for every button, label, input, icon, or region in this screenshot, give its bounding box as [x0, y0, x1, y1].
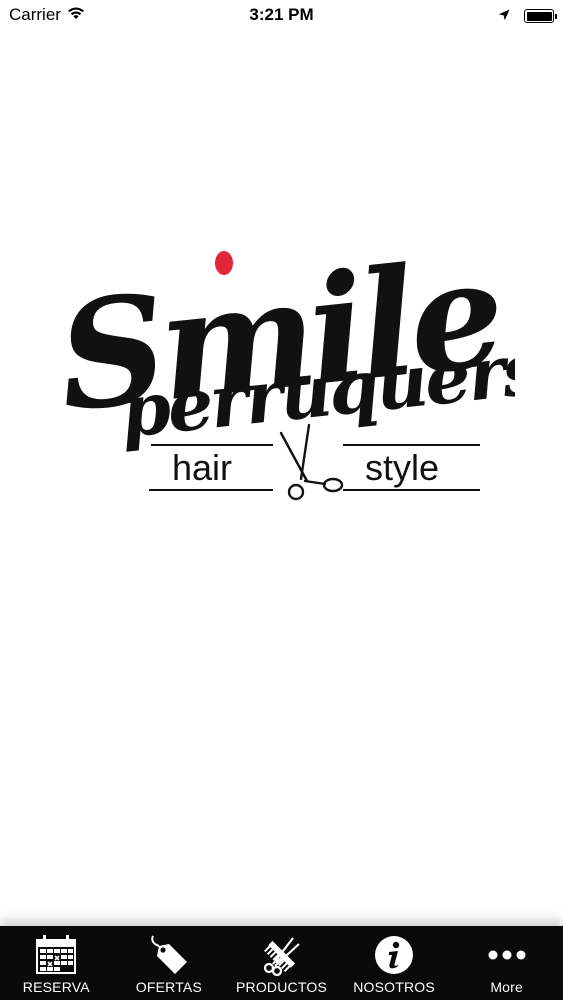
tab-productos-label: PRODUCTOS	[235, 979, 327, 995]
brand-logo: Smile perruquers hair style	[55, 215, 515, 515]
wifi-icon	[67, 5, 85, 25]
logo-right-word: style	[365, 447, 439, 488]
tab-productos[interactable]: PRODUCTOS	[225, 926, 338, 1000]
tab-more[interactable]: More	[450, 926, 563, 1000]
logo-left-word: hair	[172, 447, 232, 488]
carrier-label: Carrier	[9, 5, 61, 24]
tab-more-label: More	[490, 979, 524, 995]
tab-reserva-label: RESERVA	[22, 979, 90, 995]
tab-bar: RESERVA OFERTAS PRODUCTOS NOSOTROS More	[0, 926, 563, 1000]
location-arrow-icon	[498, 6, 510, 26]
tag-icon	[147, 934, 191, 976]
battery-fill	[526, 11, 552, 21]
calendar-icon	[34, 934, 78, 976]
status-bar: Carrier 3:21 PM	[0, 0, 563, 30]
more-icon	[485, 934, 529, 976]
tab-ofertas[interactable]: OFERTAS	[113, 926, 226, 1000]
tab-ofertas-label: OFERTAS	[135, 979, 202, 995]
battery-icon	[524, 9, 557, 23]
tab-nosotros[interactable]: NOSOTROS	[338, 926, 451, 1000]
info-icon	[373, 934, 415, 976]
status-right	[498, 6, 557, 26]
status-left: Carrier	[9, 5, 85, 25]
tab-reserva[interactable]: RESERVA	[0, 926, 113, 1000]
comb-scissors-icon	[259, 934, 303, 976]
tab-nosotros-label: NOSOTROS	[353, 979, 435, 995]
